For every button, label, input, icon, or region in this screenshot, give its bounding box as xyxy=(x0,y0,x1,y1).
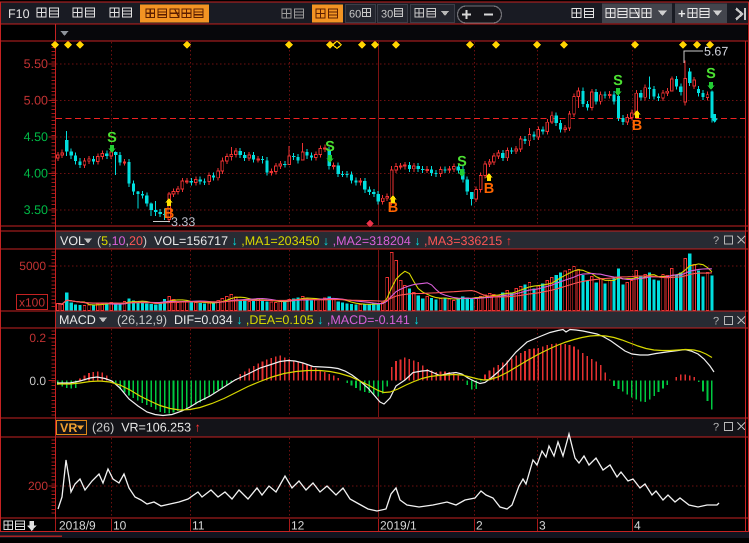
svg-text:S: S xyxy=(706,66,716,82)
svg-text:12: 12 xyxy=(291,519,305,533)
svg-text:0.2: 0.2 xyxy=(29,331,46,345)
svg-text:4: 4 xyxy=(634,519,641,533)
svg-text:MACD: MACD xyxy=(59,313,96,327)
svg-text:3.50: 3.50 xyxy=(24,203,48,217)
svg-text:S: S xyxy=(107,130,117,146)
svg-text:VOL: VOL xyxy=(60,234,85,248)
svg-text:30: 30 xyxy=(381,9,393,21)
svg-text:S: S xyxy=(613,73,623,89)
svg-text:(5,10,20) VOL=156717 ↓ ,MA1=2: (5,10,20) VOL=156717 ↓ ,MA1=203450 ↓ ,MA… xyxy=(97,234,512,248)
svg-text:0.0: 0.0 xyxy=(29,374,46,388)
svg-text:200: 200 xyxy=(28,479,48,493)
svg-text:5.00: 5.00 xyxy=(24,94,48,108)
svg-text:VR: VR xyxy=(60,421,77,435)
svg-text:5.50: 5.50 xyxy=(24,57,48,71)
svg-text:5.67: 5.67 xyxy=(704,45,728,59)
svg-text:S: S xyxy=(457,154,467,170)
svg-text:4.50: 4.50 xyxy=(24,130,48,144)
svg-text:11: 11 xyxy=(192,519,205,533)
svg-text:?: ? xyxy=(713,316,719,328)
svg-text:2: 2 xyxy=(476,519,483,533)
svg-text:5000: 5000 xyxy=(19,259,46,273)
svg-text:(26) VR=106.253 ↑: (26) VR=106.253 ↑ xyxy=(92,421,201,435)
svg-text:60: 60 xyxy=(349,9,361,21)
svg-text:x100: x100 xyxy=(19,296,45,310)
svg-text:2019/1: 2019/1 xyxy=(380,519,417,533)
svg-text:B: B xyxy=(484,181,494,197)
svg-text:S: S xyxy=(325,139,335,155)
svg-text:3: 3 xyxy=(539,519,546,533)
svg-text:F10: F10 xyxy=(8,7,30,21)
svg-text:?: ? xyxy=(713,235,719,247)
svg-text:4.00: 4.00 xyxy=(24,167,48,181)
svg-text:B: B xyxy=(164,206,174,222)
svg-text:B: B xyxy=(632,118,642,134)
svg-text:(26,12,9) DIF=0.034 ↓ ,DEA=0.: (26,12,9) DIF=0.034 ↓ ,DEA=0.105 ↓ ,MACD… xyxy=(117,313,420,327)
svg-text:3.33: 3.33 xyxy=(171,215,195,229)
svg-text:2018/9: 2018/9 xyxy=(59,519,96,533)
svg-text:?: ? xyxy=(713,422,719,434)
svg-text:+: + xyxy=(678,6,686,21)
svg-text:10: 10 xyxy=(113,519,127,533)
